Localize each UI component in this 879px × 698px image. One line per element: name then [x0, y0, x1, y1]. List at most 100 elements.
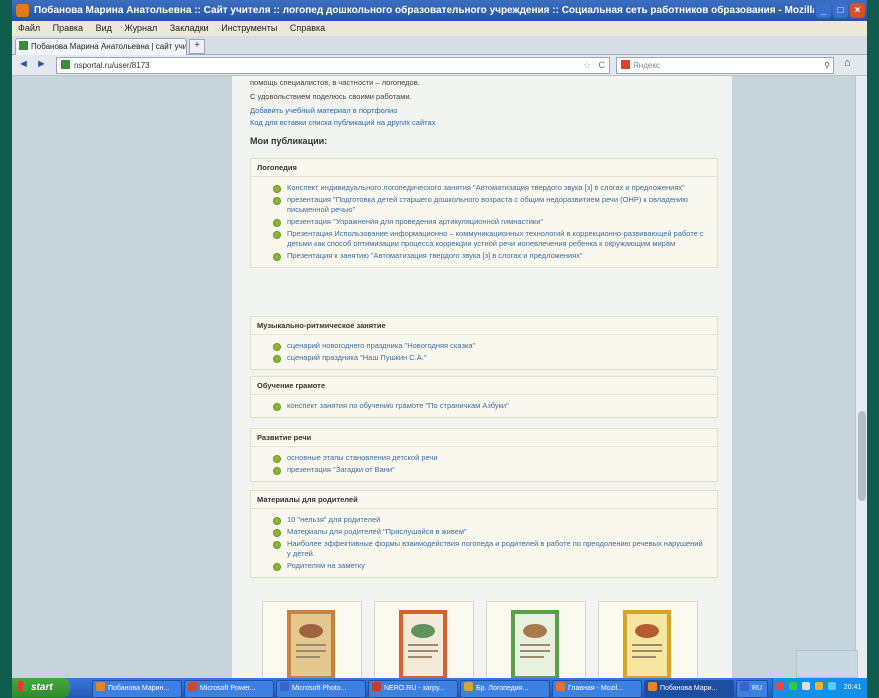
taskbar-button[interactable]: Бр. Логопедия...	[460, 680, 550, 698]
publication-link[interactable]: основные этапы становления детской речи	[251, 453, 717, 463]
screenshot: Побанова Марина Анатольевна :: Сайт учит…	[12, 0, 867, 698]
tab-label: Побанова Марина Анатольевна | сайт учи..…	[31, 42, 187, 51]
taskbar-button[interactable]: Microsoft Power...	[184, 680, 274, 698]
intro-link[interactable]: Добавить учебный материал в портфолио	[250, 106, 397, 115]
taskbar-button-label: Microsoft Photo...	[292, 685, 347, 692]
publication-title: презентация "Упражнения для проведения а…	[287, 217, 544, 226]
scrollbar-thumb[interactable]	[858, 411, 866, 501]
search-icon[interactable]: ⚲	[824, 58, 830, 73]
menu-bookmarks[interactable]: Закладки	[170, 23, 209, 33]
menu-edit[interactable]: Правка	[53, 23, 83, 33]
section-header: Обучение грамоте	[251, 377, 717, 395]
taskbar-button[interactable]: Microsoft Photo...	[276, 680, 366, 698]
title-bar: Побанова Марина Анатольевна :: Сайт учит…	[12, 0, 867, 21]
taskbar-button[interactable]: NERO.RU - загру...	[368, 680, 458, 698]
publication-title: презентация "Загадки от Вани"	[287, 465, 395, 474]
taskbar-button[interactable]: Главная - Mozil...	[552, 680, 642, 698]
certificate-thumbnail[interactable]	[486, 601, 586, 678]
tray-icon-1[interactable]	[776, 682, 784, 690]
certificates-gallery	[262, 601, 732, 678]
publication-title: презентация "Подготовка детей старшего д…	[287, 195, 688, 214]
publication-link[interactable]: презентация "Подготовка детей старшего д…	[251, 195, 717, 215]
publication-link[interactable]: Родителям на заметку	[251, 561, 717, 571]
bullet-icon	[273, 529, 281, 537]
menu-view[interactable]: Вид	[96, 23, 112, 33]
window-title: Побанова Марина Анатольевна :: Сайт учит…	[34, 5, 814, 16]
start-button[interactable]: start	[12, 678, 70, 698]
publication-link[interactable]: 10 "нельзя" для родителей	[251, 515, 717, 525]
address-bar[interactable]: nsportal.ru/user/8173 ☆ C	[56, 57, 610, 74]
publication-link[interactable]: сценарий праздника "Наш Пушкин С.А."	[251, 353, 717, 363]
taskbar-button[interactable]: Побанова Марин...	[92, 680, 182, 698]
search-engine-icon[interactable]	[621, 60, 630, 69]
certificate-thumbnail[interactable]	[262, 601, 362, 678]
url-text: nsportal.ru/user/8173	[74, 61, 150, 70]
publication-link[interactable]: конспект занятия по обучению грамоте "По…	[251, 401, 717, 411]
tab-bar: Побанова Марина Анатольевна | сайт учи..…	[12, 36, 867, 55]
intro-text: помощь специалистов, в частности – логоп…	[250, 78, 420, 87]
forward-button[interactable]: ►	[36, 58, 47, 70]
browser-tab[interactable]: Побанова Марина Анатольевна | сайт учи..…	[15, 38, 187, 55]
publication-link[interactable]: Наиболее эффективные формы взаимодействи…	[251, 539, 717, 559]
notification-popup	[796, 650, 858, 678]
publication-link[interactable]: презентация "Упражнения для проведения а…	[251, 217, 717, 227]
maximize-button[interactable]: □	[833, 3, 848, 18]
publication-link[interactable]: Материалы для родителей "Прислушайся в ж…	[251, 527, 717, 537]
reload-icon[interactable]: C	[599, 58, 606, 73]
certificate-thumbnail[interactable]	[374, 601, 474, 678]
tray-icon-3[interactable]	[801, 682, 810, 690]
publication-link[interactable]: Конспект индивидуального логопедического…	[251, 183, 717, 193]
page-content: помощь специалистов, в частности – логоп…	[232, 76, 732, 678]
certificate-thumbnail[interactable]	[598, 601, 698, 678]
section-header: Логопедия	[251, 159, 717, 177]
home-icon[interactable]: ⌂	[844, 57, 851, 69]
taskbar-button[interactable]: RU	[736, 680, 768, 698]
publication-section: Логопедия Конспект индивидуального логопе…	[250, 158, 718, 268]
bookmark-star-icon[interactable]: ☆	[583, 58, 591, 73]
publication-title: сценарий новогоднего праздника "Новогодн…	[287, 341, 476, 350]
bullet-icon	[273, 541, 281, 549]
publication-title: основные этапы становления детской речи	[287, 453, 438, 462]
app-icon	[372, 682, 381, 691]
bullet-icon	[273, 185, 281, 193]
app-icon	[740, 682, 749, 691]
bullet-icon	[273, 355, 281, 363]
menu-help[interactable]: Справка	[290, 23, 325, 33]
publication-title: Конспект индивидуального логопедического…	[287, 183, 685, 192]
tray-icon-2[interactable]	[788, 682, 797, 690]
publication-title: Презентация Использование информационно …	[287, 229, 704, 248]
publication-title: Материалы для родителей "Прислушайся в ж…	[287, 527, 467, 536]
section-header: Материалы для родителей	[251, 491, 717, 509]
bullet-icon	[273, 563, 281, 571]
menu-file[interactable]: Файл	[18, 23, 40, 33]
publication-link[interactable]: Презентация к занятию "Автоматизация тве…	[251, 251, 717, 261]
tray-icon-4[interactable]	[814, 682, 823, 690]
menu-bar: Файл Правка Вид Журнал Закладки Инструме…	[12, 21, 867, 36]
menu-history[interactable]: Журнал	[124, 23, 157, 33]
taskbar-button-label: Бр. Логопедия...	[476, 685, 529, 692]
publication-section: Музыкально-ритмическое занятие сценарий н…	[250, 316, 718, 370]
back-button[interactable]: ◄	[18, 58, 29, 70]
publication-link[interactable]: презентация "Загадки от Вани"	[251, 465, 717, 475]
bullet-icon	[273, 197, 281, 205]
publication-link[interactable]: Презентация Использование информационно …	[251, 229, 717, 249]
bullet-icon	[273, 455, 281, 463]
publication-link[interactable]: сценарий новогоднего праздника "Новогодн…	[251, 341, 717, 351]
new-tab-button[interactable]: +	[189, 39, 205, 54]
taskbar-button-label: Главная - Mozil...	[568, 685, 624, 692]
search-input[interactable]: Яндекс ⚲	[616, 57, 834, 74]
tray-icon-5[interactable]	[827, 682, 836, 690]
publication-title: Родителям на заметку	[287, 561, 365, 570]
app-icon	[464, 682, 473, 691]
taskbar-button[interactable]: Побанова Мари...	[644, 680, 734, 698]
clock[interactable]: 20:41	[844, 684, 862, 691]
close-button[interactable]: ×	[850, 3, 865, 18]
minimize-button[interactable]: _	[816, 3, 831, 18]
publication-title: сценарий праздника "Наш Пушкин С.А."	[287, 353, 427, 362]
firefox-icon	[16, 4, 29, 17]
intro-link[interactable]: Код для вставки списка публикаций на дру…	[250, 118, 435, 127]
bullet-icon	[273, 467, 281, 475]
vertical-scrollbar[interactable]	[855, 76, 867, 678]
menu-tools[interactable]: Инструменты	[221, 23, 277, 33]
taskbar-button-label: Microsoft Power...	[200, 685, 256, 692]
